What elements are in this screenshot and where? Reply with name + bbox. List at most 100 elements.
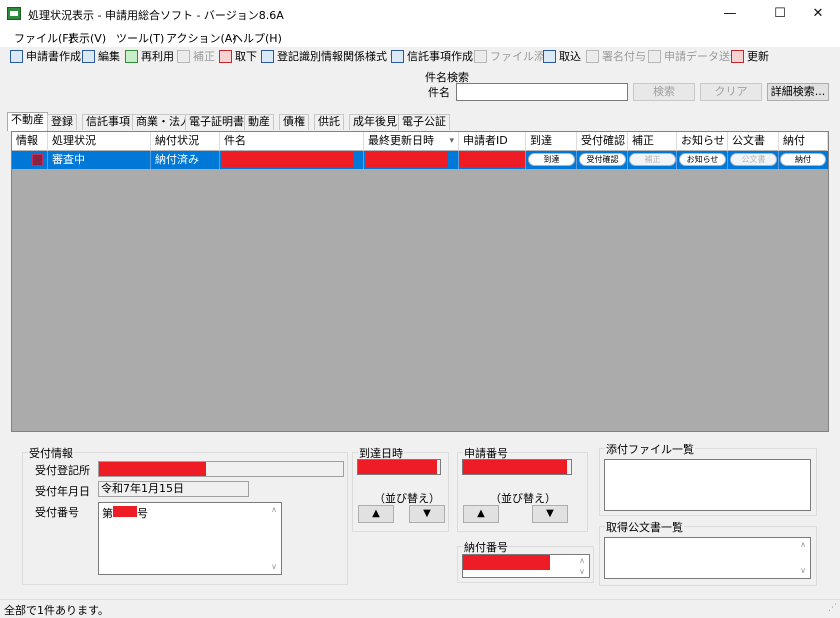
redaction [366,152,448,167]
toolbar-label: 取込 [559,50,581,63]
menu-action[interactable]: アクション(A) [166,30,237,46]
sign-button[interactable]: 署名付与 [586,48,646,64]
menu-bar: ファイル(F) 表示(V) ツール(T) アクション(A) ヘルプ(H) [0,28,840,47]
scroll-up-icon[interactable]: ∧ [575,555,589,566]
create-application-button[interactable]: 申請書作成 [10,48,81,64]
tab-trust-items[interactable]: 信託事項 [82,114,134,130]
column-header-updated[interactable]: 最終更新日時 ▾ [364,132,459,151]
edit-icon [82,49,95,63]
official-docs-label: 取得公文書一覧 [605,519,684,535]
column-header-payment[interactable]: 納付状況 [151,132,220,151]
payment-number-group: 納付番号 ∧ ∨ [457,539,594,583]
column-header-document[interactable]: 公文書 [728,132,779,151]
tab-e-notary[interactable]: 電子公証 [398,114,450,130]
edit-button[interactable]: 編集 [82,48,120,64]
column-header-arrival[interactable]: 到達 [526,132,577,151]
scroll-down-icon[interactable]: ∨ [267,560,281,574]
subject-search-group: 件名検索 件名 検索 クリア 詳細検索... [421,69,834,108]
arrival-sort-down-button[interactable]: ▼ [409,505,445,523]
arrival-cell: 到達 [526,151,577,169]
attach-icon [474,49,487,63]
tab-certificate[interactable]: 電子証明書 [185,114,248,130]
minimize-button[interactable]: — [708,0,752,28]
column-header-status[interactable]: 処理状況 [48,132,151,151]
registry-icon [261,49,274,63]
scroll-down-icon[interactable]: ∨ [796,564,810,578]
receipt-confirm-button[interactable]: 受付確認 [579,153,626,166]
send-data-button[interactable]: 申請データ送信 [648,48,741,64]
tab-real-estate[interactable]: 不動産 [7,112,48,131]
payment-number-field[interactable]: ∧ ∨ [462,554,590,578]
toolbar-label: 再利用 [141,50,174,63]
registry-forms-dropdown[interactable]: 登記識別情報関係様式 ▾ [261,48,396,64]
scrollbar[interactable]: ∧ ∨ [796,538,810,578]
receipt-info-group: 受付情報 受付登記所 受付年月日 令和7年1月15日 受付番号 第 号 ∧ ∨ [22,445,348,585]
tab-registration[interactable]: 登録 [47,114,77,130]
scroll-up-icon[interactable]: ∧ [796,538,810,552]
application-list-grid[interactable]: 情報 処理状況 納付状況 件名 最終更新日時 ▾ 申請者ID 到達 受付確認 補正… [11,131,829,432]
trust-icon [391,49,404,63]
tab-deposit[interactable]: 供託 [314,114,344,130]
advanced-search-button[interactable]: 詳細検索... [767,83,829,101]
menu-help[interactable]: ヘルプ(H) [232,30,282,46]
scroll-up-icon[interactable]: ∧ [267,503,281,517]
menu-view[interactable]: 表示(V) [68,30,106,46]
toolbar-label: 申請書作成 [26,50,81,63]
column-header-applicant[interactable]: 申請者ID [459,132,526,151]
arrival-button[interactable]: 到達 [528,153,575,166]
redaction [99,462,206,476]
arrival-sort-label: （並び替え） [374,492,440,505]
tab-movables[interactable]: 動産 [244,114,274,130]
refresh-button[interactable]: 更新 [731,48,769,64]
column-header-subject[interactable]: 件名 [220,132,364,151]
resize-grip-icon[interactable]: ⋰ [828,603,837,613]
receipt-number-field[interactable]: 第 号 ∧ ∨ [98,502,282,575]
trust-create-button[interactable]: 信託事項作成 [391,48,473,64]
redaction [113,506,137,517]
scrollbar[interactable]: ∧ ∨ [575,555,589,577]
import-icon [543,49,556,63]
grid-header: 情報 処理状況 納付状況 件名 最終更新日時 ▾ 申請者ID 到達 受付確認 補正… [12,132,828,151]
search-button[interactable]: 検索 [633,83,695,101]
application-sort-up-button[interactable]: ▲ [463,505,499,523]
clear-button[interactable]: クリア [700,83,762,101]
table-row[interactable]: 審査中 納付済み 到達 受付確認 補正 お知らせ 公文書 納付 [12,151,828,169]
correction-button[interactable]: 補正 [177,48,215,64]
close-button[interactable]: ✕ [796,0,840,28]
tab-claims[interactable]: 債権 [279,114,309,130]
correction-pill-button[interactable]: 補正 [629,153,676,166]
import-button[interactable]: 取込 [543,48,581,64]
application-sort-down-button[interactable]: ▼ [532,505,568,523]
column-header-correction[interactable]: 補正 [628,132,677,151]
column-header-receipt[interactable]: 受付確認 [577,132,628,151]
withdraw-button[interactable]: 取下 [219,48,257,64]
arrival-sort-up-button[interactable]: ▲ [358,505,394,523]
column-header-pay[interactable]: 納付 [779,132,828,151]
payment-cell: 納付済み [151,151,220,169]
send-icon [648,49,661,63]
status-text: 全部で1件あります。 [4,604,109,617]
tab-guardianship[interactable]: 成年後見 [349,114,401,130]
column-header-info[interactable]: 情報 [12,132,48,151]
scrollbar[interactable]: ∧ ∨ [267,503,281,574]
subject-search-input[interactable] [456,83,628,101]
pay-button[interactable]: 納付 [780,153,826,166]
number-label: 受付番号 [35,506,79,519]
application-sort-label: （並び替え） [490,492,556,505]
reuse-button[interactable]: 再利用 [125,48,174,64]
office-field [98,461,344,477]
sign-icon [586,49,599,63]
pay-cell: 納付 [779,151,828,169]
official-docs-list[interactable]: ∧ ∨ [604,537,811,579]
scroll-down-icon[interactable]: ∨ [575,566,589,577]
notice-button[interactable]: お知らせ [679,153,726,166]
menu-tools[interactable]: ツール(T) [116,30,164,46]
number-prefix: 第 [102,507,113,520]
redaction [459,152,525,167]
column-header-notice[interactable]: お知らせ [677,132,728,151]
document-button[interactable]: 公文書 [730,153,777,166]
menu-file[interactable]: ファイル(F) [14,30,73,46]
toolbar: 申請書作成 編集 再利用 補正 取下 登記識別情報関係様式 ▾ 信託事項作成 フ… [0,47,840,65]
correct-icon [177,49,190,63]
attachments-list[interactable] [604,459,811,511]
